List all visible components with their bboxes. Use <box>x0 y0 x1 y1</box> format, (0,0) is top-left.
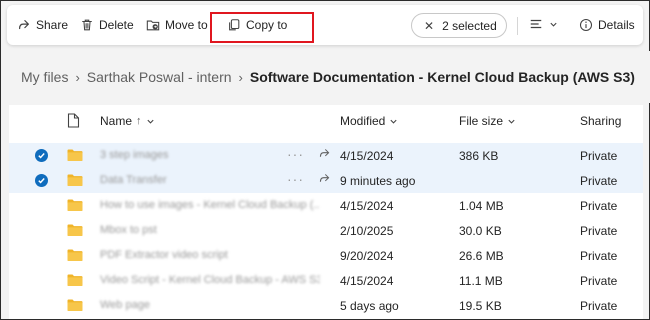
close-icon: ✕ <box>424 18 435 33</box>
chevron-down-icon <box>550 22 557 27</box>
sharing-status: Private <box>580 249 618 263</box>
size-column-header[interactable]: File size <box>459 114 516 128</box>
copy-to-highlight-box <box>210 12 314 43</box>
share-button[interactable]: Share <box>17 5 68 45</box>
modified-column-header[interactable]: Modified <box>340 114 398 128</box>
sharing-status: Private <box>580 199 618 213</box>
breadcrumb: My files › Sarthak Poswal - intern › Sof… <box>1 51 650 103</box>
breadcrumb-current-folder: Software Documentation - Kernel Cloud Ba… <box>249 69 635 85</box>
row-actions: ··· <box>287 147 331 161</box>
file-list-header: Name ↑ Modified File size Sharing <box>9 105 643 137</box>
chevron-down-icon <box>508 119 515 124</box>
checkmark-icon <box>38 178 45 184</box>
delete-button[interactable]: Delete <box>80 5 134 45</box>
table-row[interactable]: Video Script - Kernel Cloud Backup - AWS… <box>9 268 643 293</box>
sharing-status: Private <box>580 224 618 238</box>
toolbar-divider <box>517 17 518 35</box>
file-name[interactable]: 3 step images <box>100 149 168 161</box>
file-size: 30.0 KB <box>459 224 502 238</box>
file-name[interactable]: Web page <box>100 299 150 311</box>
move-folder-icon <box>146 20 160 31</box>
modified-date: 4/15/2024 <box>340 149 394 163</box>
sort-ascending-icon: ↑ <box>136 115 142 127</box>
row-checkbox[interactable] <box>35 149 48 162</box>
breadcrumb-my-files[interactable]: My files <box>21 69 68 85</box>
file-size: 19.5 KB <box>459 299 502 313</box>
move-to-button[interactable]: Move to <box>146 5 208 45</box>
breadcrumb-user-folder[interactable]: Sarthak Poswal - intern <box>87 69 232 85</box>
folder-icon <box>67 174 83 186</box>
file-icon <box>67 113 80 128</box>
selection-clear-button[interactable]: ✕ 2 selected <box>411 13 507 38</box>
window-frame: Share Delete Move to Copy to ✕ 2 selecte… <box>0 0 650 320</box>
view-options-button[interactable] <box>529 17 558 31</box>
sharing-status: Private <box>580 299 618 313</box>
file-size: 386 KB <box>459 149 499 163</box>
name-header-label: Name <box>100 114 133 128</box>
share-icon[interactable] <box>318 172 331 185</box>
table-row[interactable]: Web page 5 days ago 19.5 KB Private <box>9 293 643 318</box>
delete-label: Delete <box>99 18 134 32</box>
chevron-right-icon: › <box>238 69 243 85</box>
modified-date: 2/10/2025 <box>340 224 394 238</box>
table-row[interactable]: Data Transfer ··· 9 minutes ago Private <box>9 168 643 193</box>
file-size: 11.1 MB <box>459 274 503 288</box>
file-name[interactable]: Mbox to pst <box>100 224 157 236</box>
list-view-icon <box>530 19 542 29</box>
folder-icon <box>67 249 83 261</box>
share-icon[interactable] <box>318 147 331 160</box>
folder-icon <box>67 149 83 161</box>
chevron-right-icon: › <box>75 69 80 85</box>
details-label: Details <box>598 18 635 32</box>
size-header-label: File size <box>459 114 504 128</box>
share-label: Share <box>36 18 69 32</box>
modified-date: 9/20/2024 <box>340 249 394 263</box>
sharing-status: Private <box>580 149 618 163</box>
modified-date: 9 minutes ago <box>340 174 416 188</box>
file-size: 1.04 MB <box>459 199 504 213</box>
chevron-down-icon <box>390 119 397 124</box>
modified-date: 5 days ago <box>340 299 399 313</box>
sharing-status: Private <box>580 274 618 288</box>
table-row[interactable]: Mbox to pst 2/10/2025 30.0 KB Private <box>9 218 643 243</box>
sharing-column-header[interactable]: Sharing <box>580 114 621 128</box>
name-column-header[interactable]: Name ↑ <box>100 114 155 128</box>
table-row[interactable]: 3 step images ··· 4/15/2024 386 KB Priva… <box>9 143 643 168</box>
file-list: Name ↑ Modified File size Sharing 3 step… <box>9 105 643 319</box>
modified-header-label: Modified <box>340 114 386 128</box>
row-checkbox[interactable] <box>35 174 48 187</box>
row-actions: ··· <box>287 172 331 186</box>
details-button[interactable]: Details <box>579 5 635 45</box>
folder-icon <box>67 224 83 236</box>
info-icon <box>579 18 593 32</box>
file-size: 26.6 MB <box>459 249 504 263</box>
folder-icon <box>67 274 83 286</box>
move-to-label: Move to <box>165 18 208 32</box>
file-name[interactable]: Video Script - Kernel Cloud Backup - AWS… <box>100 274 320 286</box>
file-name[interactable]: How to use images - Kernel Cloud Backup … <box>100 199 320 211</box>
sharing-header-label: Sharing <box>580 114 622 128</box>
checkmark-icon <box>38 153 45 159</box>
command-bar: Share Delete Move to Copy to ✕ 2 selecte… <box>7 5 643 45</box>
chevron-down-icon <box>146 119 154 124</box>
trash-icon <box>82 19 92 31</box>
folder-icon <box>67 199 83 211</box>
table-row[interactable]: PDF Extractor video script 9/20/2024 26.… <box>9 243 643 268</box>
folder-icon <box>67 299 83 311</box>
table-row[interactable]: How to use images - Kernel Cloud Backup … <box>9 193 643 218</box>
sharing-status: Private <box>580 174 618 188</box>
modified-date: 4/15/2024 <box>340 199 394 213</box>
modified-date: 4/15/2024 <box>340 274 394 288</box>
more-options-icon[interactable]: ··· <box>287 147 304 161</box>
file-name[interactable]: Data Transfer <box>100 174 167 186</box>
file-type-header[interactable] <box>67 113 80 128</box>
more-options-icon[interactable]: ··· <box>287 172 304 186</box>
selected-count-label: 2 selected <box>442 18 497 33</box>
share-icon <box>19 20 29 30</box>
file-name[interactable]: PDF Extractor video script <box>100 249 228 261</box>
